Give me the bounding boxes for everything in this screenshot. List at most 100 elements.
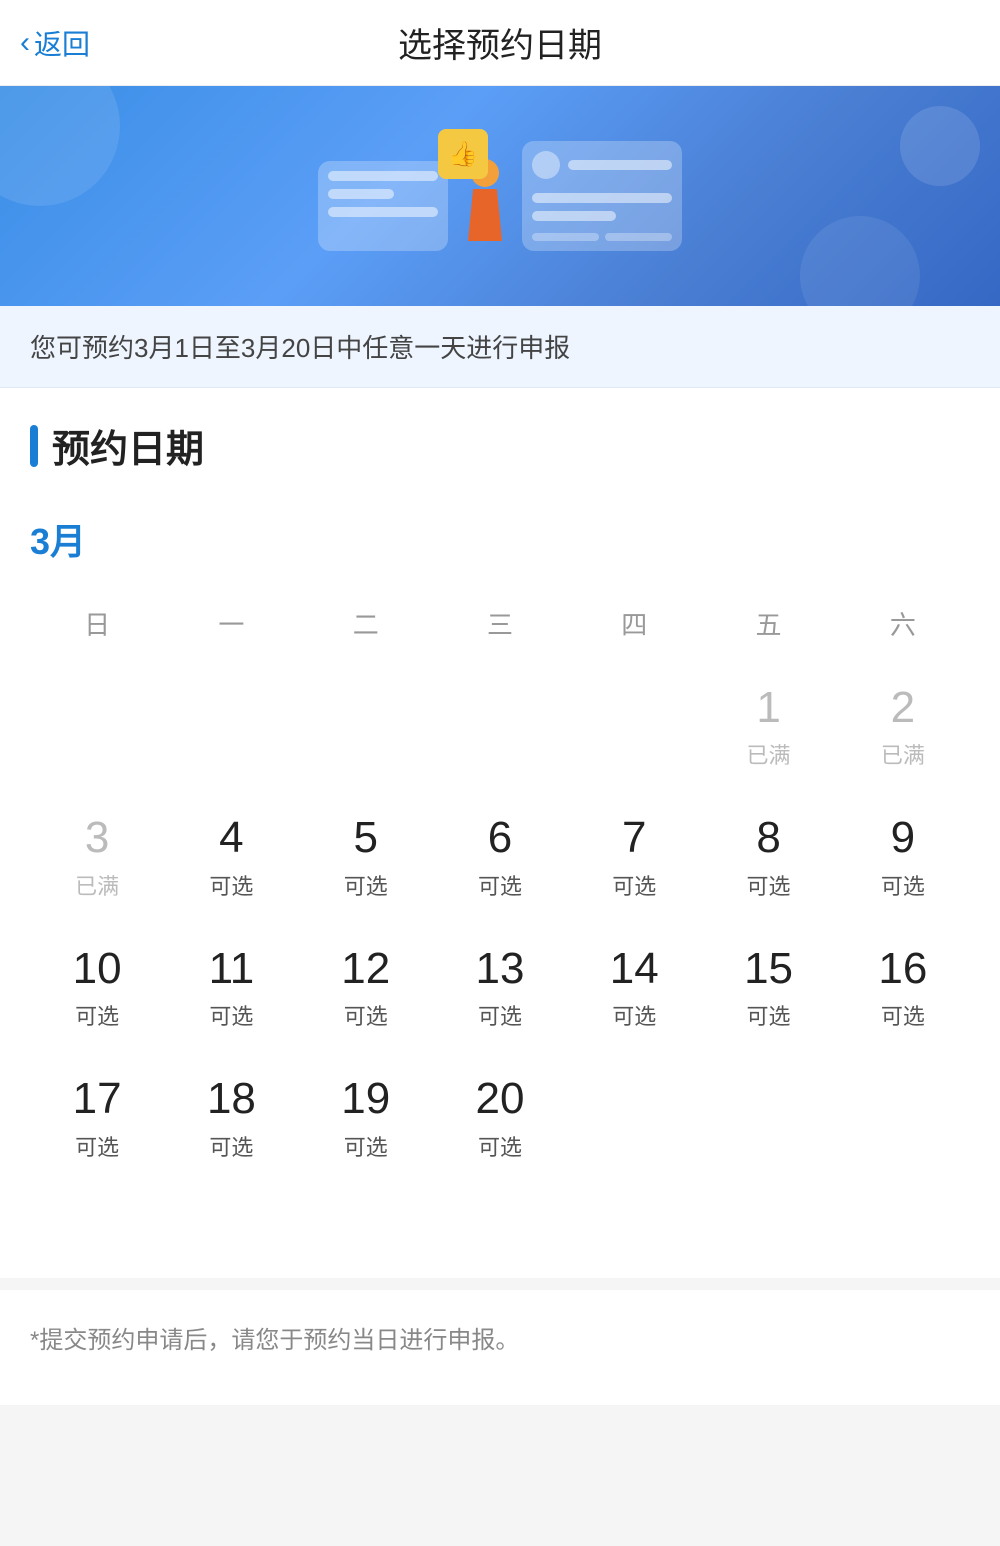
- title-bar-accent: [30, 425, 38, 467]
- calendar: 日一二三四五六 1已满2已满3已满4可选5可选6可选7可选8可选9可选10可选1…: [30, 595, 970, 1228]
- weekday-label: 一: [164, 595, 298, 652]
- person-body: [468, 189, 502, 241]
- page-title: 选择预约日期: [398, 18, 602, 67]
- calendar-day-status: 可选: [747, 999, 791, 1031]
- weekday-label: 四: [567, 595, 701, 652]
- calendar-empty-cell: [567, 1053, 701, 1183]
- calendar-empty-cell: [164, 1184, 298, 1228]
- calendar-day-status: 可选: [881, 999, 925, 1031]
- weekday-label: 三: [433, 595, 567, 652]
- calendar-day-cell[interactable]: 11 可选: [164, 923, 298, 1053]
- calendar-day-status: 可选: [344, 1130, 388, 1162]
- info-text: 您可预约3月1日至3月20日中任意一天进行申报: [30, 333, 570, 363]
- weekday-label: 五: [701, 595, 835, 652]
- calendar-day-cell[interactable]: 5 可选: [299, 792, 433, 922]
- calendar-day-number: 16: [878, 945, 927, 993]
- back-icon: ‹: [20, 26, 30, 60]
- calendar-day-status: 可选: [209, 1130, 253, 1162]
- calendar-day-cell[interactable]: 17可选: [30, 1053, 164, 1183]
- calendar-day-status: 可选: [344, 869, 388, 901]
- section-title-text: 预约日期: [52, 418, 204, 473]
- banner: 👍: [0, 86, 1000, 306]
- calendar-day-cell[interactable]: 18 可选: [164, 1053, 298, 1183]
- calendar-day-number: 20: [476, 1075, 525, 1123]
- card-line-4: [568, 160, 672, 170]
- calendar-day-status: 可选: [209, 869, 253, 901]
- calendar-day-number: 18: [207, 1075, 256, 1123]
- back-button[interactable]: ‹ 返回: [20, 23, 90, 63]
- calendar-day-number: 12: [341, 945, 390, 993]
- calendar-day-status: 可选: [747, 869, 791, 901]
- calendar-day-cell[interactable]: 7 可选: [567, 792, 701, 922]
- weekday-label: 六: [836, 595, 970, 652]
- calendar-day-number: 15: [744, 945, 793, 993]
- calendar-day-cell[interactable]: 4 可选: [164, 792, 298, 922]
- calendar-empty-cell: [164, 662, 298, 792]
- calendar-day-number: 1: [756, 684, 780, 732]
- calendar-day-cell: 2已满: [836, 662, 970, 792]
- weekday-label: 日: [30, 595, 164, 652]
- calendar-day-status: 已满: [747, 738, 791, 770]
- calendar-day-cell[interactable]: 15 可选: [701, 923, 835, 1053]
- calendar-empty-cell: [701, 1053, 835, 1183]
- calendar-day-number: 5: [353, 814, 377, 862]
- calendar-day-cell[interactable]: 20 可选: [433, 1053, 567, 1183]
- calendar-day-number: 13: [476, 945, 525, 993]
- calendar-day-number: 6: [488, 814, 512, 862]
- card-line-2: [328, 189, 394, 199]
- calendar-day-cell[interactable]: 13可选: [433, 923, 567, 1053]
- banner-decor-circle-2: [800, 216, 920, 306]
- calendar-day-cell[interactable]: 8 可选: [701, 792, 835, 922]
- calendar-day-status: 可选: [612, 999, 656, 1031]
- weekdays-row: 日一二三四五六: [30, 595, 970, 652]
- calendar-day-status: 可选: [75, 1130, 119, 1162]
- calendar-day-cell[interactable]: 14 可选: [567, 923, 701, 1053]
- calendar-day-status: 可选: [75, 999, 119, 1031]
- month-label: 3月: [30, 503, 970, 575]
- card-line-5: [532, 193, 672, 203]
- header: ‹ 返回 选择预约日期: [0, 0, 1000, 86]
- calendar-day-status: 可选: [612, 869, 656, 901]
- calendar-day-cell[interactable]: 16 可选: [836, 923, 970, 1053]
- calendar-empty-cell: [433, 662, 567, 792]
- calendar-day-cell[interactable]: 6可选: [433, 792, 567, 922]
- calendar-empty-cell: [836, 1053, 970, 1183]
- calendar-day-status: 可选: [209, 999, 253, 1031]
- calendar-day-number: 11: [209, 945, 255, 993]
- calendar-grid: 1已满2已满3已满4可选5可选6可选7可选8可选9可选10可选11可选12可选1…: [30, 662, 970, 1228]
- calendar-empty-cell: [299, 662, 433, 792]
- note-card: 👍: [438, 129, 488, 179]
- calendar-day-cell[interactable]: 10 可选: [30, 923, 164, 1053]
- main-content: 预约日期 3月 日一二三四五六 1已满2已满3已满4可选5可选6可选7可选8可选…: [0, 388, 1000, 1278]
- calendar-day-number: 3: [85, 814, 109, 862]
- banner-scene: 👍: [318, 141, 682, 251]
- calendar-day-cell[interactable]: 19 可选: [299, 1053, 433, 1183]
- calendar-day-status: 已满: [881, 738, 925, 770]
- calendar-day-cell: 1 已满: [701, 662, 835, 792]
- banner-decor-circle-3: [900, 106, 980, 186]
- banner-card-left: [318, 161, 448, 251]
- banner-decor-circle-1: [0, 86, 120, 206]
- calendar-day-cell: 3已满: [30, 792, 164, 922]
- calendar-day-number: 8: [756, 814, 780, 862]
- calendar-day-number: 10: [73, 945, 122, 993]
- calendar-day-cell[interactable]: 9 可选: [836, 792, 970, 922]
- calendar-day-number: 7: [622, 814, 646, 862]
- card-line-7: [532, 233, 599, 241]
- calendar-day-number: 4: [219, 814, 243, 862]
- card-avatar: [532, 151, 560, 179]
- card-line-8: [605, 233, 672, 241]
- calendar-day-number: 14: [610, 945, 659, 993]
- calendar-day-cell[interactable]: 12可选: [299, 923, 433, 1053]
- card-line-1: [328, 171, 438, 181]
- calendar-day-status: 可选: [478, 1130, 522, 1162]
- section-title: 预约日期: [30, 418, 970, 473]
- footer-note: *提交预约申请后，请您于预约当日进行申报。: [0, 1278, 1000, 1405]
- calendar-day-number: 19: [341, 1075, 390, 1123]
- calendar-empty-cell: [30, 1184, 164, 1228]
- calendar-empty-cell: [567, 662, 701, 792]
- weekday-label: 二: [299, 595, 433, 652]
- calendar-day-status: 可选: [881, 869, 925, 901]
- calendar-day-number: 9: [891, 814, 915, 862]
- banner-card-right: [522, 141, 682, 251]
